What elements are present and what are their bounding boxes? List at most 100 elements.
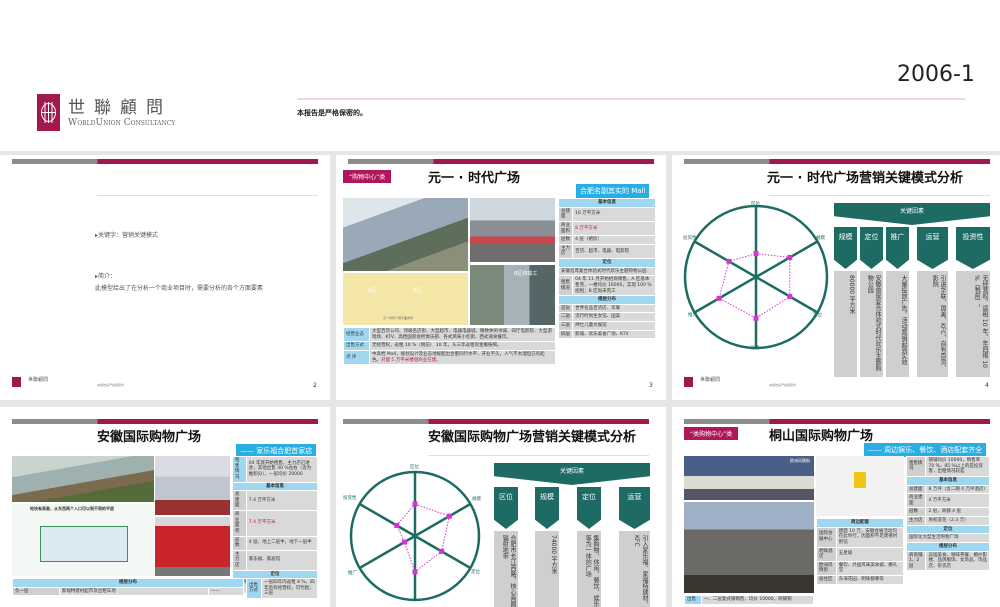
slide-thumbnail-2[interactable]: ▸关键字：营销关键模式 ▸简介： 此模型给出了在分析一个商业项目时，需要分析的各… (0, 155, 330, 400)
table-row: 四层 影城、欢乐美食广场、KTV (557, 329, 656, 340)
floor-plan-drawing (40, 526, 128, 562)
construction-photo: B区将竣工 (470, 265, 555, 325)
footer-logo-text: 世聯顧問 (28, 377, 49, 383)
table-row: 出售方式 无经营权，返租 10 %（税前） 10 年，头三年返租资金概按揭。 (343, 341, 556, 351)
table-header: 基本信息 (558, 198, 656, 208)
factor-investment-body: 无经营权，返租 10 年，年回报 10 %（税前）， (956, 271, 990, 377)
table-row: 负一层 家福特建材超市及出租车场 —— (12, 586, 245, 597)
factor-scale-head: 规模 (535, 487, 559, 529)
factor-positioning-body: 安徽首席复合体验式时代欢乐主题购物公园 (860, 271, 883, 377)
map-marker-icon (854, 472, 866, 488)
slide-thumbnail-3[interactable]: “购物中心”类 元一 · 时代广场 合肥名副其实的 Mall A区 B区 元一时… (336, 155, 666, 400)
positioning-text: 国际化大型生活购物广场 (906, 533, 990, 543)
factor-scale-body: 80000 平方米 (834, 271, 857, 377)
subtitle-banner: 合肥名副其实的 Mall (576, 184, 650, 198)
radar-point-规模 (787, 254, 793, 260)
radar-series-outline (396, 503, 450, 573)
radar-label-location: 区位 (751, 202, 760, 207)
table-row: 点 评中高档 Mall，规划设计及业态地规超出合肥同行水平，开业不久，人气不太理… (343, 349, 556, 366)
zone-a-label: A区 (368, 288, 377, 294)
floor-plan-image: 地块有高差，从东西两个入口可以到不同的平层 (12, 504, 154, 576)
table-row: 总建面 7.4 万平方米 (232, 490, 319, 511)
table-header: 楼层分布 (12, 578, 244, 588)
table-header: 定位 (558, 258, 656, 268)
table-row: 层数 4 层，地上二层半，地下一层半 (232, 535, 319, 551)
keyword-text: ▸关键字：营销关键模式 (95, 232, 159, 239)
radar-point-推广 (401, 539, 407, 545)
factor-location-body: 合肥市长江西路，核心商圈辐射地带 (494, 531, 518, 607)
european-street-photo: 欧洲风情街 (684, 456, 814, 500)
table-header: 基本信息 (906, 475, 990, 486)
table-row: 租售情况 铺铺均价 10000，销售率 70 %，85 %以上的是投资客，出租情况… (905, 456, 990, 477)
slide-thumbnail-4[interactable]: 元一 · 时代广场营销关键模式分析 区位 规模 定位 运营 推广 投资性 关键因… (672, 155, 1000, 400)
radar-point-定位 (439, 548, 445, 554)
table-row: 经营业态 大型百货公司、顶级名店街、大型超市、电器电器城、精致休闲书城、四厅电影院… (343, 326, 556, 343)
cover-divider (297, 98, 965, 100)
radar-label-scale: 规模 (816, 236, 825, 241)
table-header: 周边配套 (816, 518, 904, 528)
factor-positioning-head: 定位 (577, 487, 601, 529)
cover-date: 2006-1 (897, 62, 975, 87)
title-divider (97, 195, 318, 196)
store-photo (155, 456, 230, 515)
table-row: 层数 4 层（裙房） (557, 235, 656, 245)
table-row: 商业建面 4 万平方米 (905, 493, 990, 509)
site-plan-image: A区 B区 元一时代广场平面布局 (343, 273, 468, 325)
table-row: 商业面积 8 万平方米 (557, 220, 656, 237)
slide-thumbnail-7[interactable]: “类购物中心”类 桐山国际购物广场 —— 周边娱乐、餐饮、酒店配套齐全 欧洲风情… (672, 407, 1000, 607)
factor-operation-head: 运营 (619, 487, 650, 529)
table-row: 总建面 16 万平方米 (557, 206, 656, 222)
positioning-text: 安徽首席复合体验式时代欢乐主题购物公园 (558, 266, 656, 277)
radar-point-推广 (716, 295, 722, 301)
radar-point-运营 (753, 315, 759, 321)
category-tag: “购物中心”类 (343, 170, 392, 183)
footer-confidential: 本报告是严格保密的 (97, 383, 125, 387)
logo-en: WorldUnion Consultancy (68, 118, 176, 128)
table-row: 出售方式 一层四年内返租 8 %，四年后有经营权，可代租；三层 (245, 578, 318, 599)
radar-label-investment: 投资性 (343, 496, 357, 501)
page-number: 4 (985, 382, 989, 389)
table-row: 明珠酒店 五星级 (816, 546, 905, 562)
table-header: 楼层分布 (558, 295, 656, 305)
street-night-photo (684, 502, 814, 593)
table-row: 主力店 易初莲花（2.3 万） (905, 516, 990, 526)
table-row: 欧洲风情街 餐饮、外国风味美食城、婚礼堂 (816, 560, 905, 577)
operations-table: 经营业态 大型百货公司、顶级名店街、大型超市、电器电器城、精致休闲书城、四厅电影院… (343, 326, 556, 366)
factor-promotion-body: 大量投放广告，活动营销起到实效 (886, 271, 909, 377)
radar-label-promotion: 推广 (348, 571, 357, 576)
info-table: 租售情况 铺铺均价 10000，销售率 70 %，85 %以上的是投资客，出租情况… (905, 456, 990, 572)
cover-slide[interactable]: 2006-1 世聯顧問 WorldUnion Consultancy 本报告是严… (0, 0, 1000, 151)
aerial-rendering-image (343, 198, 468, 271)
factor-location-head: 区位 (494, 487, 518, 529)
radar-point-运营 (412, 569, 418, 575)
radar-label-promotion: 推广 (688, 313, 697, 318)
logo-mark-icon (37, 94, 60, 131)
radar-point-区位 (753, 251, 759, 257)
intro-text: 此模型给出了在分析一个商业项目时，需要分析的各个方面要素 (95, 285, 264, 292)
footer-logo-icon (12, 377, 21, 387)
slide-thumbnail-5[interactable]: 安徽国际购物广场 —— 家乐福合肥首家店 地块有高差，从东西两个入口可以到不同的… (0, 407, 330, 607)
category-tag: “类购物中心”类 (684, 427, 739, 440)
table-row: 三层 绅仕儿童文娱馆 (557, 321, 656, 331)
slide-thumbnail-6[interactable]: 安徽国际购物广场营销关键模式分析 区位 规模 定位 推广 投资性 关键因素 区位… (336, 407, 666, 607)
zone-b-label: B区 (413, 288, 422, 294)
promo-banner-photo (155, 517, 230, 576)
table-row: 层数 2 层，商都 4 层 (905, 507, 990, 517)
floor-plan-caption: 地块有高差，从东西两个入口可以到不同的平层 (30, 506, 114, 511)
table-row: 首层 世界名品百货店、华联 (557, 303, 656, 314)
zone-b-construction-label: B区将竣工 (514, 271, 538, 277)
key-factors-header: 关键因素 (834, 203, 990, 225)
slide-top-bar (12, 159, 318, 164)
page-number: 2 (313, 382, 317, 389)
intro-label: ▸简介： (95, 273, 117, 280)
radar-point-规模 (446, 513, 452, 519)
table-row: 总建面 8 万坪（含二期 4 万坪酒店） (905, 484, 990, 495)
radar-point-定位 (787, 294, 793, 300)
page-number: 3 (649, 382, 653, 389)
slide-title: 安徽国际购物广场 (97, 430, 202, 445)
radar-label-investment: 投资性 (683, 236, 697, 241)
factor-scale-body: 74000 平方米 (535, 531, 559, 607)
slide-title: 桐山国际购物广场 (769, 429, 874, 444)
floor-table: 楼层分布 负一层 家福特建材超市及出租车场 —— (12, 578, 245, 597)
rendering-image (12, 456, 154, 502)
